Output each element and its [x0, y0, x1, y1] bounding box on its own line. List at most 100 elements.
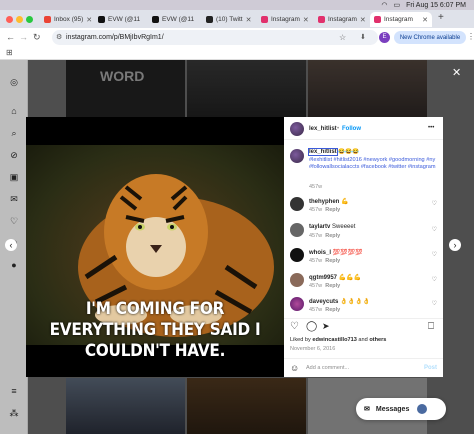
instagram-logo-icon[interactable]: ◎: [9, 77, 19, 87]
comment-username[interactable]: daveycuts: [309, 299, 338, 305]
comment-time: 457w: [309, 233, 323, 239]
close-icon[interactable]: ✕: [360, 16, 366, 24]
like-heart-icon[interactable]: ♡: [290, 321, 299, 332]
liked-others-link[interactable]: others: [369, 337, 386, 343]
new-tab-button[interactable]: +: [438, 12, 444, 23]
comment-bubble-icon[interactable]: ◯: [306, 321, 317, 332]
home-icon[interactable]: ⌂: [9, 106, 19, 116]
address-bar[interactable]: instagram.com/p/BMjIbvRgIm1/: [52, 30, 378, 45]
apps-grid-icon[interactable]: ⊞: [6, 48, 13, 57]
author-avatar[interactable]: [290, 149, 304, 163]
post-date: November 6, 2016: [290, 346, 336, 352]
like-comment-heart-icon[interactable]: ♡: [432, 251, 437, 258]
comment-username[interactable]: thehyphen: [309, 199, 339, 205]
more-options-icon[interactable]: •••: [428, 125, 434, 131]
messenger-icon: ✉: [364, 406, 370, 413]
close-icon[interactable]: ✕: [143, 16, 144, 24]
add-comment-bar: ☺ Add a comment... Post: [284, 358, 443, 377]
notifications-heart-icon[interactable]: ♡: [9, 216, 19, 226]
reels-icon[interactable]: ▣: [9, 172, 19, 182]
instagram-icon: [374, 16, 381, 23]
close-icon[interactable]: ✕: [422, 16, 428, 24]
search-icon[interactable]: ⌕: [9, 128, 19, 138]
like-comment-heart-icon[interactable]: ♡: [432, 200, 437, 207]
profile-avatar[interactable]: E: [379, 32, 390, 43]
tab-instagram-2[interactable]: Instagram ✕: [314, 12, 368, 27]
next-post-button[interactable]: ›: [449, 239, 461, 251]
caption-username[interactable]: lex_hitlist: [308, 148, 338, 156]
tab-gmail[interactable]: Inbox (95) ✕: [40, 12, 92, 27]
comment-username[interactable]: taylartv: [309, 224, 330, 230]
caption-hashtags[interactable]: #lexhitlist #hitlist2016 #newyork #goodm…: [309, 157, 436, 171]
x-logo-icon: [152, 16, 159, 23]
close-icon[interactable]: ✕: [86, 16, 92, 24]
minimize-window-button[interactable]: [16, 16, 23, 23]
reply-button[interactable]: Reply: [325, 283, 340, 289]
instagram-icon: [261, 16, 268, 23]
messages-pill[interactable]: ✉ Messages: [356, 398, 446, 420]
messages-icon[interactable]: ✉: [9, 194, 19, 204]
follow-button[interactable]: Follow: [342, 126, 361, 132]
close-icon[interactable]: ✕: [197, 16, 198, 24]
post-image[interactable]: I'M COMING FOR EVERYTHING THEY SAID I CO…: [26, 117, 284, 377]
battery-icon: ▭: [393, 2, 401, 9]
caption-emoji: 😂😂😂: [338, 149, 360, 155]
back-arrow-icon[interactable]: ←: [6, 32, 15, 42]
close-window-button[interactable]: [6, 16, 13, 23]
reply-button[interactable]: Reply: [325, 207, 340, 213]
close-modal-icon[interactable]: ✕: [452, 66, 461, 79]
like-comment-heart-icon[interactable]: ♡: [432, 300, 437, 307]
comment-time: 457w: [309, 207, 323, 213]
comment-time: 457w: [309, 283, 323, 289]
reply-button[interactable]: Reply: [325, 307, 340, 313]
tab-twitter[interactable]: (10) Twitt ✕: [202, 12, 254, 27]
site-info-icon[interactable]: ⚙: [56, 33, 62, 41]
post-header: lex_hitlist • Follow •••: [284, 117, 443, 140]
more-menu-icon[interactable]: ≡: [9, 386, 19, 396]
save-bookmark-icon[interactable]: ⎕: [428, 321, 434, 332]
tab-instagram-active[interactable]: Instagram ✕: [370, 12, 432, 27]
menu-kebab-icon[interactable]: ⋮: [467, 32, 474, 41]
emoji-picker-icon[interactable]: ☺: [290, 363, 299, 373]
author-username[interactable]: lex_hitlist: [309, 126, 337, 132]
prev-post-button[interactable]: ‹: [5, 239, 17, 251]
zoom-window-button[interactable]: [26, 16, 33, 23]
reply-button[interactable]: Reply: [325, 233, 340, 239]
profile-icon[interactable]: ●: [9, 260, 19, 270]
avatar: [417, 404, 428, 414]
explore-icon[interactable]: ⊘: [9, 150, 19, 160]
new-chrome-available-button[interactable]: New Chrome available: [394, 31, 466, 44]
commenter-avatar[interactable]: [290, 273, 304, 287]
commenter-avatar[interactable]: [290, 197, 304, 211]
gmail-icon: [44, 16, 51, 23]
comment-item: thehyphen 💪 457w Reply ♡: [284, 195, 443, 219]
comment-item: whois_l 💯💯💯💯 457w Reply ♡: [284, 246, 443, 270]
commenter-avatar[interactable]: [290, 297, 304, 311]
comment-item: taylartv Sweeeet 457w Reply ♡: [284, 221, 443, 245]
comment-username[interactable]: qgtm9957: [309, 275, 337, 281]
threads-icon[interactable]: ⁂: [9, 408, 19, 418]
downloads-icon[interactable]: ⬇: [360, 33, 366, 41]
reply-button[interactable]: Reply: [325, 258, 340, 264]
like-comment-heart-icon[interactable]: ♡: [432, 276, 437, 283]
add-comment-input[interactable]: Add a comment...: [306, 365, 349, 371]
forward-arrow-icon[interactable]: →: [19, 32, 28, 42]
share-send-icon[interactable]: ➤: [322, 321, 330, 332]
liked-by-user[interactable]: edwincastillo713: [312, 337, 356, 343]
post-comment-button[interactable]: Post: [424, 365, 437, 371]
tab-x-evw-1[interactable]: EVW (@11 ✕: [94, 12, 144, 27]
tab-instagram-1[interactable]: Instagram ✕: [257, 12, 311, 27]
close-icon[interactable]: ✕: [303, 16, 309, 24]
comment-username[interactable]: whois_l: [309, 250, 331, 256]
bookmark-star-icon[interactable]: ☆: [339, 33, 346, 42]
comment-text: 💯💯💯💯: [332, 250, 363, 256]
commenter-avatar[interactable]: [290, 248, 304, 262]
likes-summary: Liked by edwincastillo713 and others: [290, 337, 387, 343]
author-avatar[interactable]: [290, 122, 304, 136]
caption-timestamp: 457w: [309, 184, 323, 190]
commenter-avatar[interactable]: [290, 223, 304, 237]
reload-icon[interactable]: ↻: [33, 32, 41, 43]
tab-x-evw-2[interactable]: EVW (@11 ✕: [148, 12, 198, 27]
like-comment-heart-icon[interactable]: ♡: [432, 226, 437, 233]
close-icon[interactable]: ✕: [246, 16, 252, 24]
